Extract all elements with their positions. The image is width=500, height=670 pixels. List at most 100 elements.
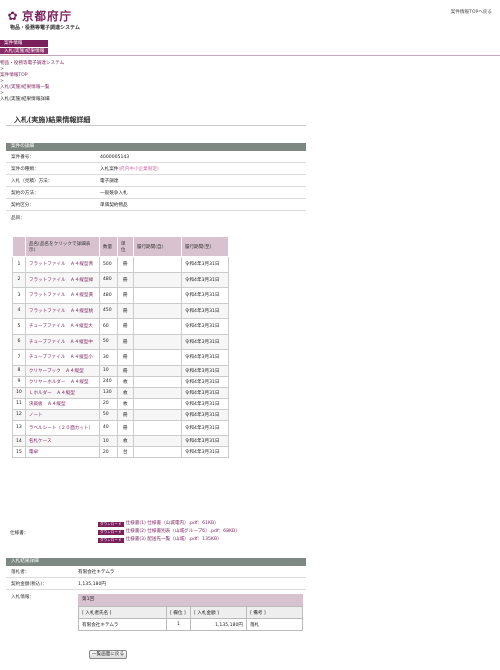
item-qty: 10 xyxy=(98,435,118,447)
item-qty: 450 xyxy=(98,302,118,319)
item-name-link[interactable]: チューブファイル Ａ４縦型小 xyxy=(24,349,100,366)
item-period-from xyxy=(132,419,182,436)
logo-text: 京都府庁 xyxy=(22,9,72,23)
item-name-link[interactable]: チューブファイル Ａ４縦型中 xyxy=(24,333,100,350)
item-no: 13 xyxy=(12,419,26,436)
spec-file-link[interactable]: 仕様書(3) 配送先一覧（山城）.pdf：135KB） xyxy=(126,536,222,544)
item-name-link[interactable]: クリヤーブック Ａ４縦型 xyxy=(24,364,100,377)
item-name-link[interactable]: フラットファイル Ａ４縦型緑 xyxy=(24,271,100,288)
detail-type-note: (府内中小企業限定) xyxy=(118,167,159,172)
bid-row: 有限会社キテムラ 1 1,135,180円 落札 xyxy=(78,618,303,631)
results-section-header: 入札結果詳細 xyxy=(6,558,306,566)
item-unit: 枚 xyxy=(116,435,134,447)
item-period-from xyxy=(132,408,182,421)
menu-item-anken[interactable]: 案件情報 xyxy=(0,40,48,47)
detail-row-contract-method: 契約の方法： 一般競争入札 xyxy=(6,188,306,199)
col-header-qty: 数量 xyxy=(98,236,118,257)
item-period-from xyxy=(132,333,182,350)
item-qty: 20 xyxy=(98,446,118,458)
table-row: 8 クリヤーブック Ａ４縦型 10 冊 令和4年3月31日 xyxy=(12,364,230,377)
item-name-link[interactable]: ノート xyxy=(24,408,100,421)
table-row: 9 クリヤーホルダー Ａ４縦型 240 枚 令和4年3月31日 xyxy=(12,375,230,388)
table-row: 6 チューブファイル Ａ４縦型中 50 冊 令和4年3月31日 xyxy=(12,333,230,350)
item-no: 4 xyxy=(12,302,26,319)
menu-bar: 案件情報 入札(実施)結果情報 xyxy=(0,40,500,56)
back-to-list-button[interactable]: 一覧画面に戻る xyxy=(89,650,127,659)
item-period-to: 令和4年3月31日 xyxy=(180,333,230,350)
breadcrumb-current: 入札(実施)結果情報詳細 xyxy=(0,97,50,102)
item-no: 12 xyxy=(12,408,26,421)
item-no: 2 xyxy=(12,271,26,288)
item-no: 14 xyxy=(12,435,26,447)
table-row: 12 ノート 50 冊 令和4年3月31日 xyxy=(12,408,230,421)
items-table: 品名(品名をクリックで詳細表示) 数量 単位 履行期間(自) 履行期間(至) 1… xyxy=(12,236,230,458)
item-qty: 30 xyxy=(98,349,118,366)
system-name: 物品・役務等電子調達システム xyxy=(10,25,80,31)
bid-col-amount: [ 入札金額 ] xyxy=(190,606,247,619)
table-row: 11 決裁板 Ａ４縦型 20 枚 令和4年3月31日 xyxy=(12,397,230,410)
menu-item-results[interactable]: 入札(実施)結果情報 xyxy=(0,47,48,54)
spec-list: ダウンロード 仕様書(1) 仕様書（山城電内）.pdf：61KB） ダウンロード… xyxy=(98,520,240,544)
page-title: 入札(実施)結果情報詳細 xyxy=(14,116,91,124)
item-period-from xyxy=(132,302,182,319)
spec-file-link[interactable]: 仕様書(2) 仕様書別表（山城グループ6）.pdf：68KB） xyxy=(126,528,240,536)
spec-file-item[interactable]: ダウンロード 仕様書(1) 仕様書（山城電内）.pdf：61KB） xyxy=(98,520,240,528)
item-period-to: 令和4年3月31日 xyxy=(180,318,230,335)
breadcrumb-list[interactable]: 入札(実施)結果情報一覧 xyxy=(0,85,50,90)
menu-divider xyxy=(0,55,500,56)
item-unit: 冊 xyxy=(116,364,134,377)
result-winner: 有限会社キテムラ xyxy=(78,570,115,575)
item-name-link[interactable]: フラットファイル Ａ４縦型黄 xyxy=(24,287,100,304)
detail-label: 品目： xyxy=(11,215,25,221)
item-name-link[interactable]: 決裁板 Ａ４縦型 xyxy=(24,397,100,410)
item-qty: 500 xyxy=(98,256,118,273)
table-row: 15 電卓 20 台 令和4年3月31日 xyxy=(12,446,230,458)
item-name-link[interactable]: 電卓 xyxy=(24,446,100,458)
spec-file-item[interactable]: ダウンロード 仕様書(2) 仕様書別表（山城グループ6）.pdf：68KB） xyxy=(98,528,240,536)
item-name-link[interactable]: Ｌホルダー Ａ４縦型 xyxy=(24,386,100,399)
download-badge: ダウンロード xyxy=(98,529,124,535)
item-name-link[interactable]: フラットファイル Ａ４縦型青 xyxy=(24,256,100,273)
item-period-to: 令和4年3月31日 xyxy=(180,397,230,410)
table-row: 1 フラットファイル Ａ４縦型青 500 冊 令和4年3月31日 xyxy=(12,256,230,273)
item-period-to: 令和4年3月31日 xyxy=(180,271,230,288)
bid-info-table: 第1回 [ 入札者氏名 ] [ 欄位 ] [ 入札金額 ] [ 備考 ] 有限会… xyxy=(78,594,303,631)
spec-file-link[interactable]: 仕様書(1) 仕様書（山城電内）.pdf：61KB） xyxy=(126,520,219,528)
item-period-from xyxy=(132,386,182,399)
table-row: 14 名札ケース 10 枚 令和4年3月31日 xyxy=(12,435,230,447)
table-row: 5 チューブファイル Ａ４縦型大 60 冊 令和4年3月31日 xyxy=(12,318,230,335)
item-period-from xyxy=(132,435,182,447)
item-no: 3 xyxy=(12,287,26,304)
item-name-link[interactable]: チューブファイル Ａ４縦型大 xyxy=(24,318,100,335)
item-period-from xyxy=(132,446,182,458)
detail-row-number: 案件番号： 4000005143 xyxy=(6,152,306,163)
result-label: 入札情報： xyxy=(11,594,34,600)
bid-round: 第1回 xyxy=(78,594,303,606)
item-no: 6 xyxy=(12,333,26,350)
detail-label: 入札（見積）方法： xyxy=(11,179,53,184)
item-qty: 480 xyxy=(98,271,118,288)
item-no: 11 xyxy=(12,397,26,410)
item-period-from xyxy=(132,271,182,288)
detail-value: 単価契約物品 xyxy=(100,203,128,208)
bid-col-note: [ 備考 ] xyxy=(246,606,303,619)
item-name-link[interactable]: フラットファイル Ａ４縦型桃 xyxy=(24,302,100,319)
bid-table-header: [ 入札者氏名 ] [ 欄位 ] [ 入札金額 ] [ 備考 ] xyxy=(78,606,303,619)
item-name-link[interactable]: ラベルシート（２０面カット） xyxy=(24,419,100,436)
item-name-link[interactable]: 名札ケース xyxy=(24,435,100,447)
table-row: 13 ラベルシート（２０面カット） 40 冊 令和4年3月31日 xyxy=(12,419,230,436)
bid-col-rank: [ 欄位 ] xyxy=(166,606,191,619)
detail-value: 入札案件 xyxy=(100,167,119,172)
back-to-top-link[interactable]: 案件情報TOPへ戻る xyxy=(451,9,492,15)
spec-file-item[interactable]: ダウンロード 仕様書(3) 配送先一覧（山城）.pdf：135KB） xyxy=(98,536,240,544)
breadcrumb-top[interactable]: 案件情報TOP xyxy=(0,73,28,78)
bid-rank: 1 xyxy=(166,618,191,631)
item-unit: 冊 xyxy=(116,318,134,335)
detail-row-method: 入札（見積）方法： 電子調達 xyxy=(6,176,306,187)
item-unit: 冊 xyxy=(116,256,134,273)
item-no: 1 xyxy=(12,256,26,273)
item-name-link[interactable]: クリヤーホルダー Ａ４縦型 xyxy=(24,375,100,388)
details-section-header: 案件の詳細 xyxy=(6,143,306,151)
breadcrumb-system[interactable]: 物品・役務等電子調達システム xyxy=(0,61,64,66)
item-unit: 冊 xyxy=(116,419,134,436)
